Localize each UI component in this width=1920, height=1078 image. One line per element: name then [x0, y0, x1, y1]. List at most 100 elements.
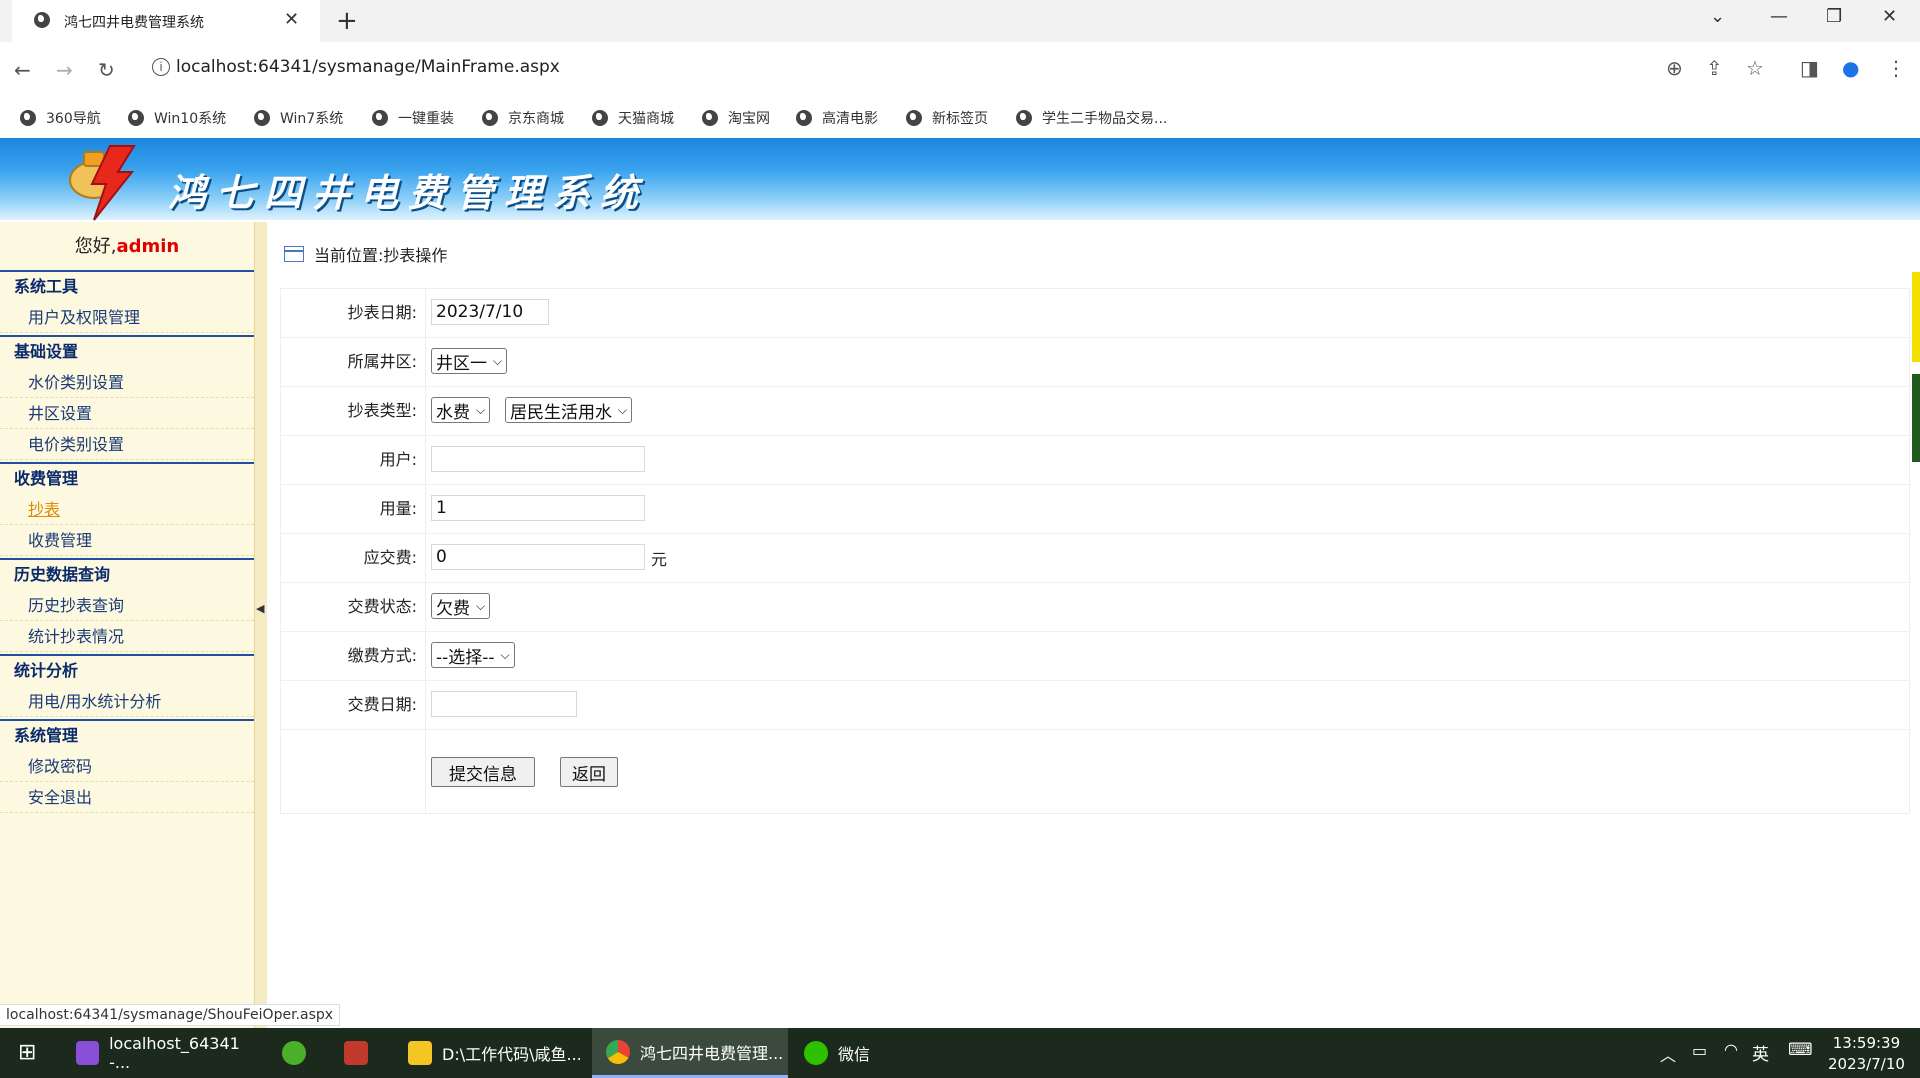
reading-subtype-select[interactable]: 居民生活用水 ⌵ [505, 397, 633, 423]
taskbar-item[interactable]: D:\工作代码\咸鱼... [394, 1028, 590, 1078]
bookmark-item[interactable]: 淘宝网 [702, 106, 770, 130]
forward-icon[interactable]: → [56, 58, 73, 82]
sidebar-item-water-price[interactable]: 水价类别设置 [0, 367, 254, 398]
well-area-select[interactable]: 井区一 ⌵ [431, 348, 508, 374]
windows-start-icon[interactable]: ⊞ [18, 1040, 36, 1065]
site-info-icon[interactable]: i [152, 58, 170, 76]
sidebar-group-basic-settings[interactable]: 基础设置 [0, 335, 254, 365]
method-label: 缴费方式: [347, 646, 417, 665]
keyboard-icon[interactable]: ⌨ [1788, 1040, 1813, 1060]
payment-date-input[interactable] [431, 691, 577, 717]
payment-status-select[interactable]: 欠费 ⌵ [431, 593, 491, 619]
new-tab-icon[interactable]: + [336, 6, 358, 36]
system-title: 鸿七四井电费管理系统 [168, 170, 649, 215]
fee-due-input[interactable] [431, 544, 645, 570]
address-bar[interactable]: localhost:64341/sysmanage/MainFrame.aspx [176, 57, 560, 77]
welcome-prefix: 您好, [74, 236, 117, 257]
bookmark-item[interactable]: 360导航 [20, 106, 101, 130]
chevron-down-icon: ⌵ [500, 647, 510, 662]
bookmark-item[interactable]: 高清电影 [796, 106, 878, 130]
user-label: 用户: [379, 450, 417, 469]
bookmark-star-icon[interactable]: ☆ [1746, 56, 1764, 80]
recorder-icon[interactable] [344, 1041, 368, 1065]
tab-title: 鸿七四井电费管理系统 [64, 15, 204, 31]
usage-amount-input[interactable] [431, 495, 645, 521]
taskbar-item-active[interactable]: 鸿七四井电费管理... [592, 1028, 788, 1078]
taskbar-item[interactable]: localhost_64341 -... [62, 1028, 260, 1078]
zoom-icon[interactable]: ⊕ [1666, 56, 1683, 80]
chevron-down-icon: ⌵ [618, 402, 628, 417]
sidebar-group-history[interactable]: 历史数据查询 [0, 558, 254, 588]
sidebar-item-user-permissions[interactable]: 用户及权限管理 [0, 302, 254, 333]
restore-icon[interactable]: ❐ [1826, 6, 1842, 27]
bookmark-item[interactable]: Win10系统 [128, 106, 226, 130]
ime-indicator[interactable]: 英 [1752, 1040, 1769, 1065]
form-row-user: 用户: [281, 436, 1909, 485]
sidebar-group-system-tools[interactable]: 系统工具 [0, 270, 254, 300]
bookmark-item[interactable]: 学生二手物品交易... [1016, 106, 1167, 130]
wifi-icon[interactable]: ◠ [1724, 1040, 1738, 1059]
globe-icon [372, 110, 388, 126]
chevron-down-icon: ⌵ [476, 402, 486, 417]
sidebar-item-well-area[interactable]: 井区设置 [0, 398, 254, 429]
close-tab-icon[interactable]: ✕ [284, 9, 299, 30]
sidebar-item-logout[interactable]: 安全退出 [0, 782, 254, 813]
back-icon[interactable]: ← [14, 58, 31, 82]
network-icon[interactable]: ▭ [1692, 1041, 1707, 1060]
minimize-icon[interactable]: — [1770, 6, 1788, 27]
sidebar-group-analysis[interactable]: 统计分析 [0, 654, 254, 684]
form-row-area: 所属井区: 井区一 ⌵ [281, 338, 1909, 387]
chevron-up-icon[interactable]: ︿ [1660, 1042, 1676, 1066]
sidebar-item-electricity-price[interactable]: 电价类别设置 [0, 429, 254, 460]
user-input[interactable] [431, 446, 645, 472]
sidebar-item-usage-analysis[interactable]: 用电/用水统计分析 [0, 686, 254, 717]
visual-studio-icon [76, 1041, 100, 1065]
sidebar-group-system-management[interactable]: 系统管理 [0, 719, 254, 749]
close-window-icon[interactable]: ✕ [1882, 6, 1897, 27]
breadcrumb-text: 当前位置:抄表操作 [314, 246, 448, 265]
taskbar-item[interactable]: 微信 [790, 1028, 986, 1078]
globe-icon [702, 110, 718, 126]
globe-icon [20, 110, 36, 126]
sidebar-splitter[interactable] [254, 222, 267, 1028]
form-row-date: 抄表日期: [281, 289, 1909, 338]
browser-toolbar: ← → ↻ i localhost:64341/sysmanage/MainFr… [0, 42, 1920, 98]
sidebar-item-meter-reading[interactable]: 抄表 [0, 494, 254, 525]
share-icon[interactable]: ⇪ [1706, 56, 1723, 80]
form-row-amount: 用量: [281, 485, 1909, 534]
tab-search-icon[interactable]: ⌄ [1710, 6, 1725, 27]
sidebar-item-change-password[interactable]: 修改密码 [0, 751, 254, 782]
sidebar-item-history-query[interactable]: 历史抄表查询 [0, 590, 254, 621]
bookmark-item[interactable]: 新标签页 [906, 106, 988, 130]
reading-type-select[interactable]: 水费 ⌵ [431, 397, 491, 423]
globe-icon [906, 110, 922, 126]
area-label: 所属井区: [347, 352, 417, 371]
bookmark-item[interactable]: 一键重装 [372, 106, 454, 130]
system-clock[interactable]: 13:59:39 2023/7/10 [1828, 1033, 1905, 1075]
reload-icon[interactable]: ↻ [98, 58, 115, 82]
bookmark-item[interactable]: 天猫商城 [592, 106, 674, 130]
payment-method-select[interactable]: --选择-- ⌵ [431, 642, 515, 668]
side-panel-icon[interactable]: ◨ [1800, 56, 1819, 80]
welcome-text: 您好,admin [0, 232, 254, 268]
bookmark-item[interactable]: Win7系统 [254, 106, 343, 130]
bookmarks-bar: 360导航 Win10系统 Win7系统 一键重装 京东商城 天猫商城 淘宝网 … [0, 98, 1920, 138]
clock-date: 2023/7/10 [1828, 1055, 1905, 1073]
amount-label: 用量: [379, 499, 417, 518]
app-icon[interactable] [282, 1041, 306, 1065]
globe-icon [34, 12, 50, 28]
collapse-sidebar-icon[interactable]: ◀ [256, 602, 264, 615]
sidebar-item-billing-management[interactable]: 收费管理 [0, 525, 254, 556]
sidebar-group-billing[interactable]: 收费管理 [0, 462, 254, 492]
profile-icon[interactable]: ● [1842, 56, 1859, 80]
type-label: 抄表类型: [347, 401, 417, 420]
back-button[interactable]: 返回 [560, 757, 618, 787]
submit-button-wrap: 提交信息 [431, 757, 535, 787]
reading-date-input[interactable] [431, 299, 549, 325]
globe-icon [128, 110, 144, 126]
browser-tab[interactable]: 鸿七四井电费管理系统 ✕ [12, 0, 320, 42]
bookmark-item[interactable]: 京东商城 [482, 106, 564, 130]
sidebar-item-reading-stats[interactable]: 统计抄表情况 [0, 621, 254, 652]
menu-icon[interactable]: ⋮ [1886, 56, 1906, 80]
submit-button[interactable]: 提交信息 [431, 757, 535, 787]
